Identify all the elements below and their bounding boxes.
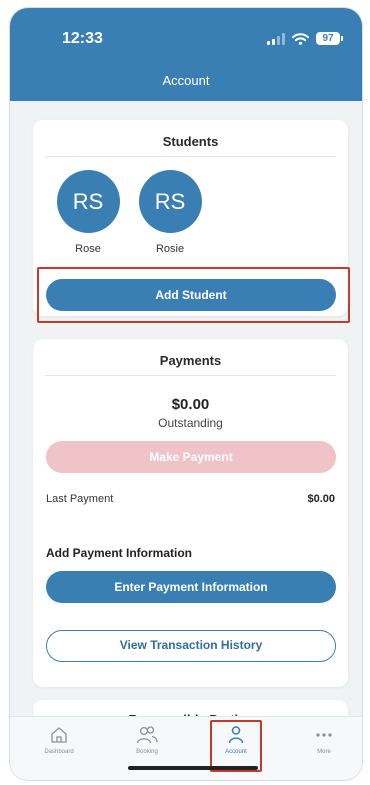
home-indicator bbox=[128, 766, 258, 770]
payments-card: Payments $0.00 Outstanding Make Payment … bbox=[33, 339, 348, 687]
tab-booking[interactable]: Booking bbox=[117, 725, 177, 755]
tab-label: Dashboard bbox=[44, 749, 74, 755]
app-header: 12:33 97 Account bbox=[10, 8, 362, 101]
people-icon bbox=[136, 726, 158, 744]
student-name: Rose bbox=[75, 243, 101, 255]
phone-screen: 12:33 97 Account Students RS Rose RS Ros… bbox=[10, 8, 362, 780]
last-payment-label: Last Payment bbox=[46, 493, 114, 505]
status-bar: 12:33 97 bbox=[10, 30, 362, 50]
students-title: Students bbox=[162, 134, 219, 149]
tab-bar: Dashboard Booking Account More bbox=[10, 716, 362, 780]
student-name: Rosie bbox=[155, 243, 185, 255]
tab-more[interactable]: More bbox=[294, 725, 354, 755]
last-payment-value: $0.00 bbox=[307, 493, 335, 505]
avatar: RS bbox=[56, 170, 120, 233]
signal-icon bbox=[267, 32, 285, 45]
status-time: 12:33 bbox=[62, 30, 103, 47]
highlight-box bbox=[210, 720, 262, 772]
outstanding-label: Outstanding bbox=[158, 416, 223, 430]
student-rose[interactable]: RS Rose bbox=[53, 170, 123, 255]
payments-divider bbox=[45, 375, 336, 376]
enter-payment-info-button[interactable]: Enter Payment Information bbox=[46, 571, 336, 603]
student-rosie[interactable]: RS Rosie bbox=[135, 170, 205, 255]
avatar: RS bbox=[138, 170, 202, 233]
status-icons: 97 bbox=[267, 32, 343, 45]
highlight-box bbox=[37, 267, 350, 323]
students-divider bbox=[45, 156, 336, 157]
view-transaction-history-button[interactable]: View Transaction History bbox=[46, 630, 336, 662]
outstanding-amount: $0.00 bbox=[171, 396, 210, 413]
page-title: Account bbox=[162, 73, 210, 88]
make-payment-button[interactable]: Make Payment bbox=[46, 441, 336, 473]
add-payment-info-heading: Add Payment Information bbox=[46, 546, 193, 560]
wifi-icon bbox=[292, 32, 309, 45]
more-icon bbox=[316, 733, 332, 737]
tab-label: More bbox=[317, 749, 331, 755]
home-icon bbox=[51, 727, 67, 743]
battery-icon: 97 bbox=[316, 32, 343, 45]
tab-label: Booking bbox=[136, 749, 158, 755]
payments-title: Payments bbox=[159, 353, 222, 368]
tab-dashboard[interactable]: Dashboard bbox=[29, 725, 89, 755]
